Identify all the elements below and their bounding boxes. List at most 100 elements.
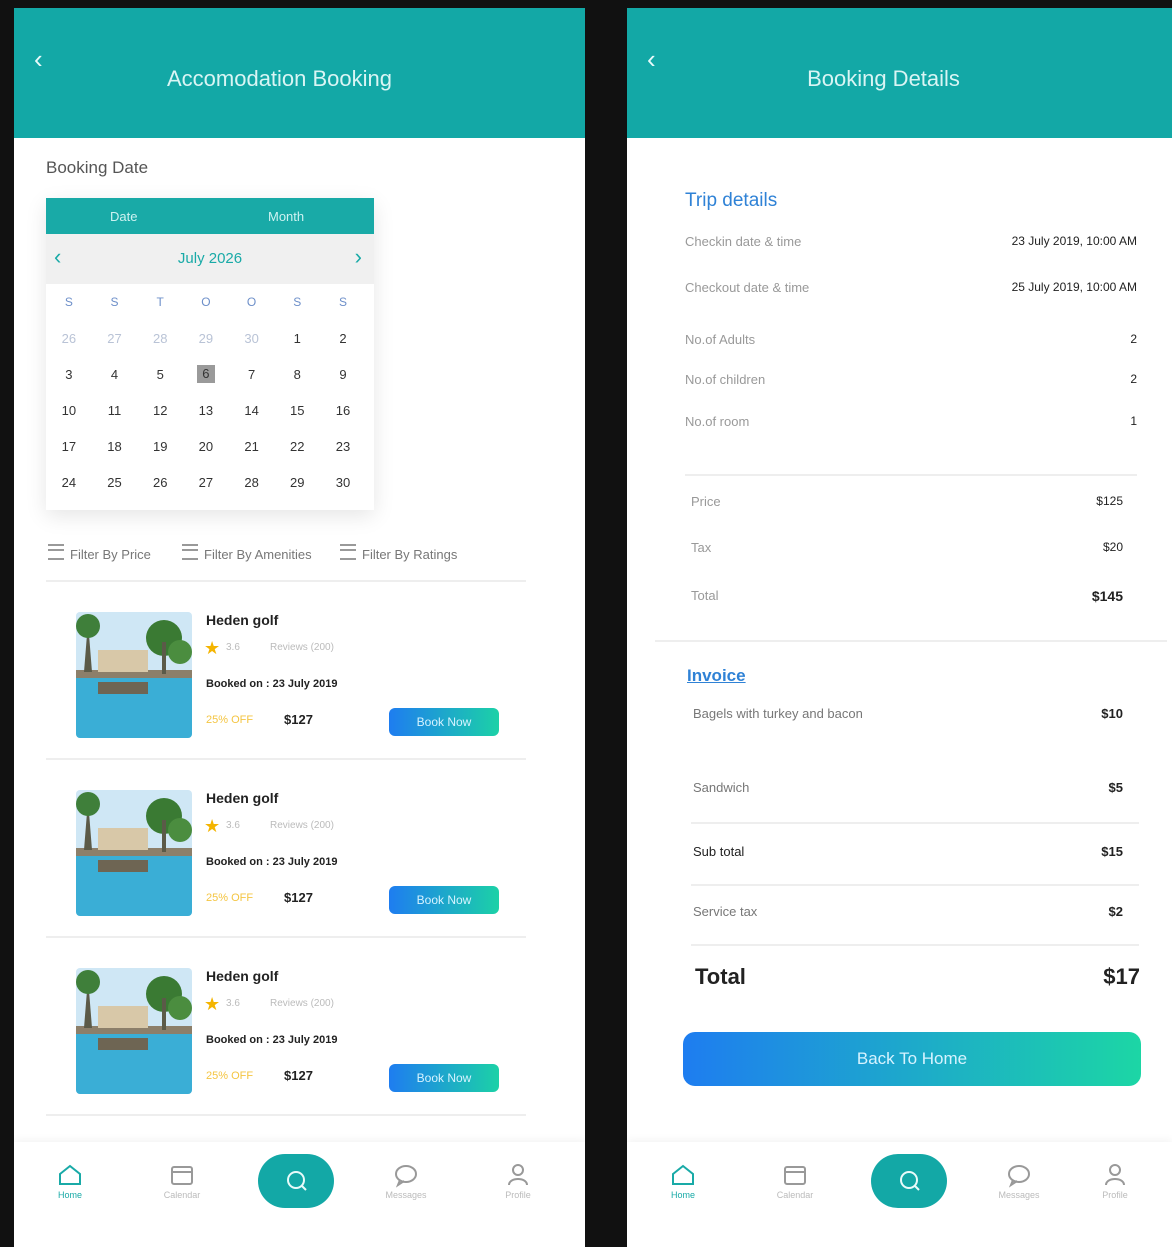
calendar-day[interactable]: 27 xyxy=(92,331,138,346)
grand-total-label: Total xyxy=(695,964,746,989)
detail-row: Checkin date & time 23 July 2019, 10:00 A… xyxy=(685,234,1137,254)
day-number: 28 xyxy=(152,330,168,346)
calendar-day[interactable]: 7 xyxy=(229,367,275,382)
divider xyxy=(46,758,526,760)
nav-home[interactable]: Home xyxy=(30,1162,110,1200)
booking-details-screen: ‹ Booking Details Trip details Checkin d… xyxy=(627,8,1172,1247)
search-fab[interactable] xyxy=(258,1154,334,1208)
calendar-day[interactable]: 15 xyxy=(274,403,320,418)
nav-profile[interactable]: Profile xyxy=(1075,1162,1155,1200)
search-icon xyxy=(900,1171,920,1191)
calendar-day[interactable]: 22 xyxy=(274,439,320,454)
booked-on: Booked on : 23 July 2019 xyxy=(206,1034,338,1046)
invoice-key: Sandwich xyxy=(693,780,750,795)
search-icon xyxy=(287,1171,307,1191)
calendar-week-row: 17 18 19 20 21 22 23 xyxy=(46,428,374,464)
nav-messages[interactable]: Messages xyxy=(366,1162,446,1200)
detail-key: No.of room xyxy=(685,414,750,429)
star-icon: ★ xyxy=(204,994,221,1014)
filter-by-price[interactable]: Filter By Price xyxy=(48,544,151,562)
calendar-day[interactable]: 4 xyxy=(92,367,138,382)
book-now-button[interactable]: Book Now xyxy=(389,708,499,736)
detail-row: No.of Adults 2 xyxy=(685,332,1137,352)
day-number: 16 xyxy=(335,402,351,418)
calendar-day[interactable]: 6 xyxy=(183,365,229,383)
back-to-home-button[interactable]: Back To Home xyxy=(683,1032,1141,1086)
hotel-card[interactable]: Heden golf ★ 3.6 Reviews (200) Booked on : 2… xyxy=(46,954,526,1104)
tab-month[interactable]: Month xyxy=(268,209,304,224)
calendar-day[interactable]: 20 xyxy=(183,439,229,454)
calendar-day[interactable]: 17 xyxy=(46,439,92,454)
day-number: 2 xyxy=(339,330,347,346)
invoice-key: Bagels with turkey and bacon xyxy=(693,706,863,721)
tab-date[interactable]: Date xyxy=(110,209,137,224)
calendar-day[interactable]: 28 xyxy=(137,331,183,346)
day-number: 18 xyxy=(107,438,122,454)
calendar-day[interactable]: 10 xyxy=(46,403,92,418)
hotel-card[interactable]: Heden golf ★ 3.6 Reviews (200) Booked on : 2… xyxy=(46,776,526,926)
price-key: Price xyxy=(691,494,721,509)
calendar-tabs: Date Month xyxy=(46,198,374,234)
calendar-day[interactable]: 19 xyxy=(137,439,183,454)
weekday-label: S xyxy=(110,295,119,309)
search-fab[interactable] xyxy=(871,1154,947,1208)
price-key: Tax xyxy=(691,540,712,555)
calendar-month-label: July 2026 xyxy=(177,250,243,267)
detail-row: No.of children 2 xyxy=(685,372,1137,392)
calendar-day[interactable]: 30 xyxy=(229,331,275,346)
calendar-day[interactable]: 26 xyxy=(46,331,92,346)
calendar-day[interactable]: 14 xyxy=(229,403,275,418)
booking-date-label: Booking Date xyxy=(46,158,149,177)
divider xyxy=(691,822,1139,824)
day-number: 23 xyxy=(335,438,351,454)
nav-calendar[interactable]: Calendar xyxy=(755,1162,835,1200)
calendar-day[interactable]: 18 xyxy=(92,439,138,454)
header: ‹ Booking Details xyxy=(627,8,1172,138)
calendar-day[interactable]: 3 xyxy=(46,367,92,382)
invoice-value: $5 xyxy=(1108,780,1123,795)
calendar-day[interactable]: 27 xyxy=(183,475,229,490)
calendar-day[interactable]: 24 xyxy=(46,475,92,490)
book-now-button[interactable]: Book Now xyxy=(389,1064,499,1092)
nav-profile[interactable]: Profile xyxy=(478,1162,558,1200)
home-icon xyxy=(59,1164,81,1185)
nav-messages[interactable]: Messages xyxy=(979,1162,1059,1200)
calendar-day[interactable]: 11 xyxy=(92,403,138,418)
book-now-button[interactable]: Book Now xyxy=(389,886,499,914)
divider xyxy=(46,580,526,582)
calendar-day[interactable]: 26 xyxy=(137,475,183,490)
divider xyxy=(655,640,1167,642)
calendar-day[interactable]: 30 xyxy=(320,475,366,490)
calendar-day[interactable]: 8 xyxy=(274,367,320,382)
filter-by-amenities[interactable]: Filter By Amenities xyxy=(182,544,312,562)
invoice-value: $2 xyxy=(1108,904,1123,919)
calendar-day[interactable]: 21 xyxy=(229,439,275,454)
calendar-day[interactable]: 1 xyxy=(274,331,320,346)
calendar-day[interactable]: 29 xyxy=(274,475,320,490)
calendar-day[interactable]: 16 xyxy=(320,403,366,418)
calendar-day[interactable]: 2 xyxy=(320,331,366,346)
filter-by-ratings[interactable]: Filter By Ratings xyxy=(340,544,457,562)
calendar-day[interactable]: 28 xyxy=(229,475,275,490)
day-number: 27 xyxy=(198,474,214,490)
selected-day: 6 xyxy=(196,365,215,383)
calendar-day[interactable]: 23 xyxy=(320,439,366,454)
invoice-title[interactable]: Invoice xyxy=(687,666,746,686)
calendar-day[interactable]: 5 xyxy=(137,367,183,382)
day-number: 20 xyxy=(198,438,214,454)
nav-home[interactable]: Home xyxy=(643,1162,723,1200)
day-number: 27 xyxy=(107,330,122,346)
hotel-name: Heden golf xyxy=(206,790,279,806)
weekday-label: O xyxy=(246,295,257,309)
grand-total-value: $17 xyxy=(1103,964,1140,989)
calendar-day[interactable]: 9 xyxy=(320,367,366,382)
next-month-icon[interactable]: › xyxy=(355,244,362,270)
hotel-card[interactable]: Heden golf ★ 3.6 Reviews (200) Booked on : 2… xyxy=(46,598,526,748)
calendar-day[interactable]: 29 xyxy=(183,331,229,346)
detail-value: 25 July 2019, 10:00 AM xyxy=(1011,280,1137,294)
calendar-day[interactable]: 12 xyxy=(137,403,183,418)
calendar-day[interactable]: 25 xyxy=(92,475,138,490)
nav-calendar[interactable]: Calendar xyxy=(142,1162,222,1200)
calendar-day[interactable]: 13 xyxy=(183,403,229,418)
hotel-price: $127 xyxy=(284,890,313,905)
